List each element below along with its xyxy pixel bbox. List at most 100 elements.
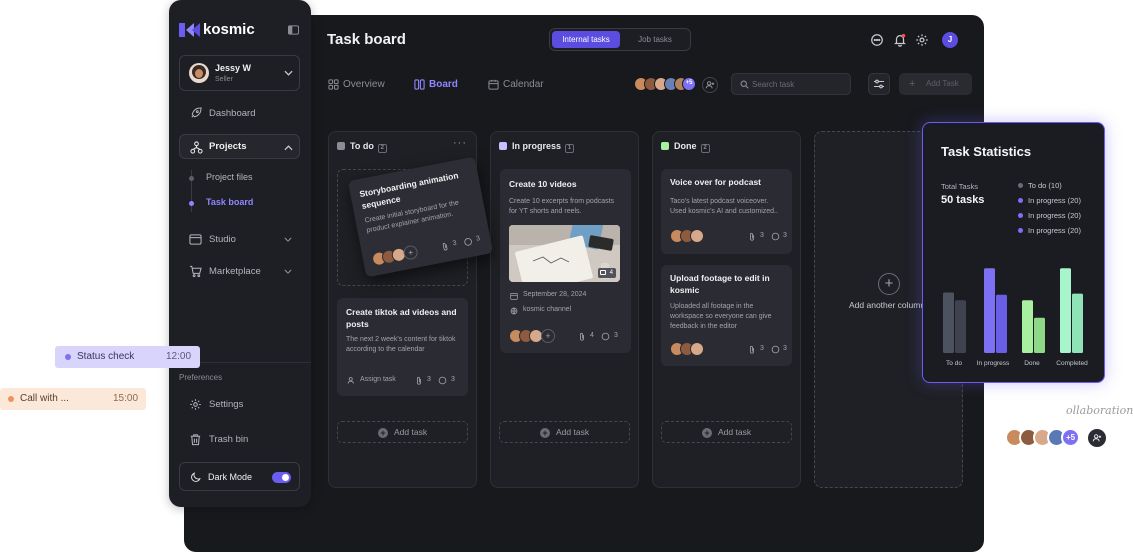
tab-board[interactable]: Board	[414, 78, 464, 92]
card-assignees[interactable]	[670, 342, 710, 356]
legend-label: In progress (20)	[1028, 226, 1081, 235]
comment-icon	[771, 232, 780, 241]
bar-completed-2	[1072, 293, 1083, 353]
more-options-icon[interactable]: ···	[453, 137, 467, 149]
tree-dot	[189, 176, 194, 181]
add-member-button[interactable]	[702, 77, 718, 93]
add-assignee-icon[interactable]: +	[541, 329, 555, 343]
collaborator-avatars[interactable]: +5	[1005, 428, 1106, 448]
card-assignees[interactable]: +	[509, 329, 561, 343]
sidebar-item-label: Trash bin	[209, 434, 249, 445]
legend-label: To do (10)	[1028, 181, 1062, 190]
tree-dot-active	[189, 201, 194, 206]
event-time: 12:00	[166, 351, 192, 362]
more-members-badge: +5	[682, 77, 696, 91]
comment-count: 3	[783, 345, 787, 352]
page-title: Task board	[327, 31, 406, 48]
card-assignees[interactable]	[670, 229, 710, 243]
chat-icon[interactable]	[870, 33, 884, 47]
plus-circle-icon: +	[540, 428, 550, 438]
sidebar-item-trash[interactable]: Trash bin	[189, 432, 279, 448]
column-header: To do 2	[337, 140, 387, 153]
image-count-badge: 4	[598, 268, 616, 278]
video-thumbnail[interactable]: 4	[509, 225, 620, 282]
tab-job-tasks[interactable]: Job tasks	[622, 31, 688, 48]
add-task-label: Add task	[394, 427, 428, 437]
bar-label: Completed	[1056, 360, 1088, 367]
sidebar-item-label: Projects	[209, 141, 247, 152]
status-check-event[interactable]: Status check 12:00	[55, 346, 200, 368]
sidebar-item-projects[interactable]: Projects	[179, 134, 300, 159]
plus-icon: +	[909, 78, 916, 90]
column-header: Done 2	[661, 140, 710, 153]
channel-name: kosmic channel	[523, 306, 572, 313]
grid-icon	[328, 79, 339, 90]
sidebar-item-marketplace[interactable]: Marketplace	[189, 264, 300, 280]
add-task-column-button[interactable]: + Add task	[499, 421, 630, 443]
add-task-column-button[interactable]: + Add task	[661, 421, 792, 443]
avatar	[189, 63, 209, 83]
tab-internal-tasks[interactable]: Internal tasks	[552, 31, 620, 48]
task-card[interactable]: Create 10 videos Create 10 excerpts from…	[500, 169, 631, 353]
event-label: Status check	[77, 351, 135, 362]
sidebar-item-settings[interactable]: Settings	[189, 397, 279, 413]
add-task-button[interactable]: + Add Task	[899, 73, 972, 95]
sidebar-subitem-task-board[interactable]: Task board	[206, 197, 253, 207]
globe-icon	[510, 307, 518, 315]
legend-item: In progress (20)	[1018, 211, 1081, 220]
search-input[interactable]	[752, 77, 847, 91]
legend-label: In progress (20)	[1028, 211, 1081, 220]
paperclip-icon	[442, 242, 448, 251]
bar-in-progress-1	[984, 268, 995, 353]
card-title: Upload footage to edit in kosmic	[670, 273, 770, 295]
user-avatar[interactable]: J	[942, 32, 958, 48]
legend-swatch	[1018, 213, 1023, 218]
card-assignees[interactable]: +	[370, 243, 425, 267]
tab-label: Overview	[343, 79, 385, 90]
sidebar-item-studio[interactable]: Studio	[189, 232, 300, 248]
paperclip-icon	[580, 332, 584, 341]
card-description: The next 2 week's content for tiktok acc…	[346, 336, 456, 353]
sidebar-item-dashboard[interactable]: Dashboard	[189, 106, 289, 122]
task-card[interactable]: Upload footage to edit in kosmic Uploade…	[661, 265, 792, 366]
column-in-progress: In progress 1 Create 10 videos Create 10 …	[490, 131, 639, 488]
sidebar-subitem-project-files[interactable]: Project files	[206, 172, 253, 182]
comment-icon	[601, 332, 610, 341]
column-count: 2	[377, 144, 387, 153]
gear-icon[interactable]	[915, 33, 929, 47]
task-card[interactable]: Create tiktok ad videos and posts The ne…	[337, 298, 468, 396]
tab-calendar[interactable]: Calendar	[488, 78, 550, 92]
bar-done-1	[1022, 300, 1033, 353]
bell-icon[interactable]	[893, 33, 907, 47]
attachment-count: 3	[427, 376, 431, 383]
tab-label: Calendar	[503, 79, 544, 90]
account-switcher[interactable]: Jessy W Seller	[179, 55, 300, 91]
user-role: Seller	[215, 76, 233, 83]
paperclip-icon	[750, 232, 754, 241]
add-task-label: Add task	[718, 427, 752, 437]
comment-icon	[438, 376, 447, 385]
avatar	[690, 342, 704, 356]
dark-mode-toggle[interactable]	[272, 472, 291, 483]
assign-task-link[interactable]: Assign task	[360, 376, 396, 383]
column-color	[661, 142, 669, 150]
bar-to-do-2	[955, 300, 966, 353]
filter-button[interactable]	[868, 73, 890, 95]
add-task-label: Add Task	[926, 79, 959, 88]
user-name: Jessy W	[215, 63, 252, 73]
column-title: In progress	[512, 141, 562, 151]
attachment-count: 4	[590, 332, 594, 339]
bar-label: To do	[946, 360, 962, 367]
column-count: 1	[565, 144, 575, 153]
team-avatars[interactable]: +5	[634, 77, 724, 93]
card-title: Create 10 videos	[509, 179, 577, 189]
call-event[interactable]: Call with ... 15:00	[0, 388, 146, 410]
task-card[interactable]: Voice over for podcast Taco's latest pod…	[661, 169, 792, 254]
tab-overview[interactable]: Overview	[328, 78, 388, 92]
add-task-column-button[interactable]: + Add task	[337, 421, 468, 443]
chevron-down-icon	[284, 70, 293, 76]
image-count: 4	[609, 270, 613, 276]
add-collaborator-button[interactable]	[1088, 429, 1106, 447]
attachment-count: 3	[760, 232, 764, 239]
collapse-sidebar-icon[interactable]	[288, 25, 299, 35]
